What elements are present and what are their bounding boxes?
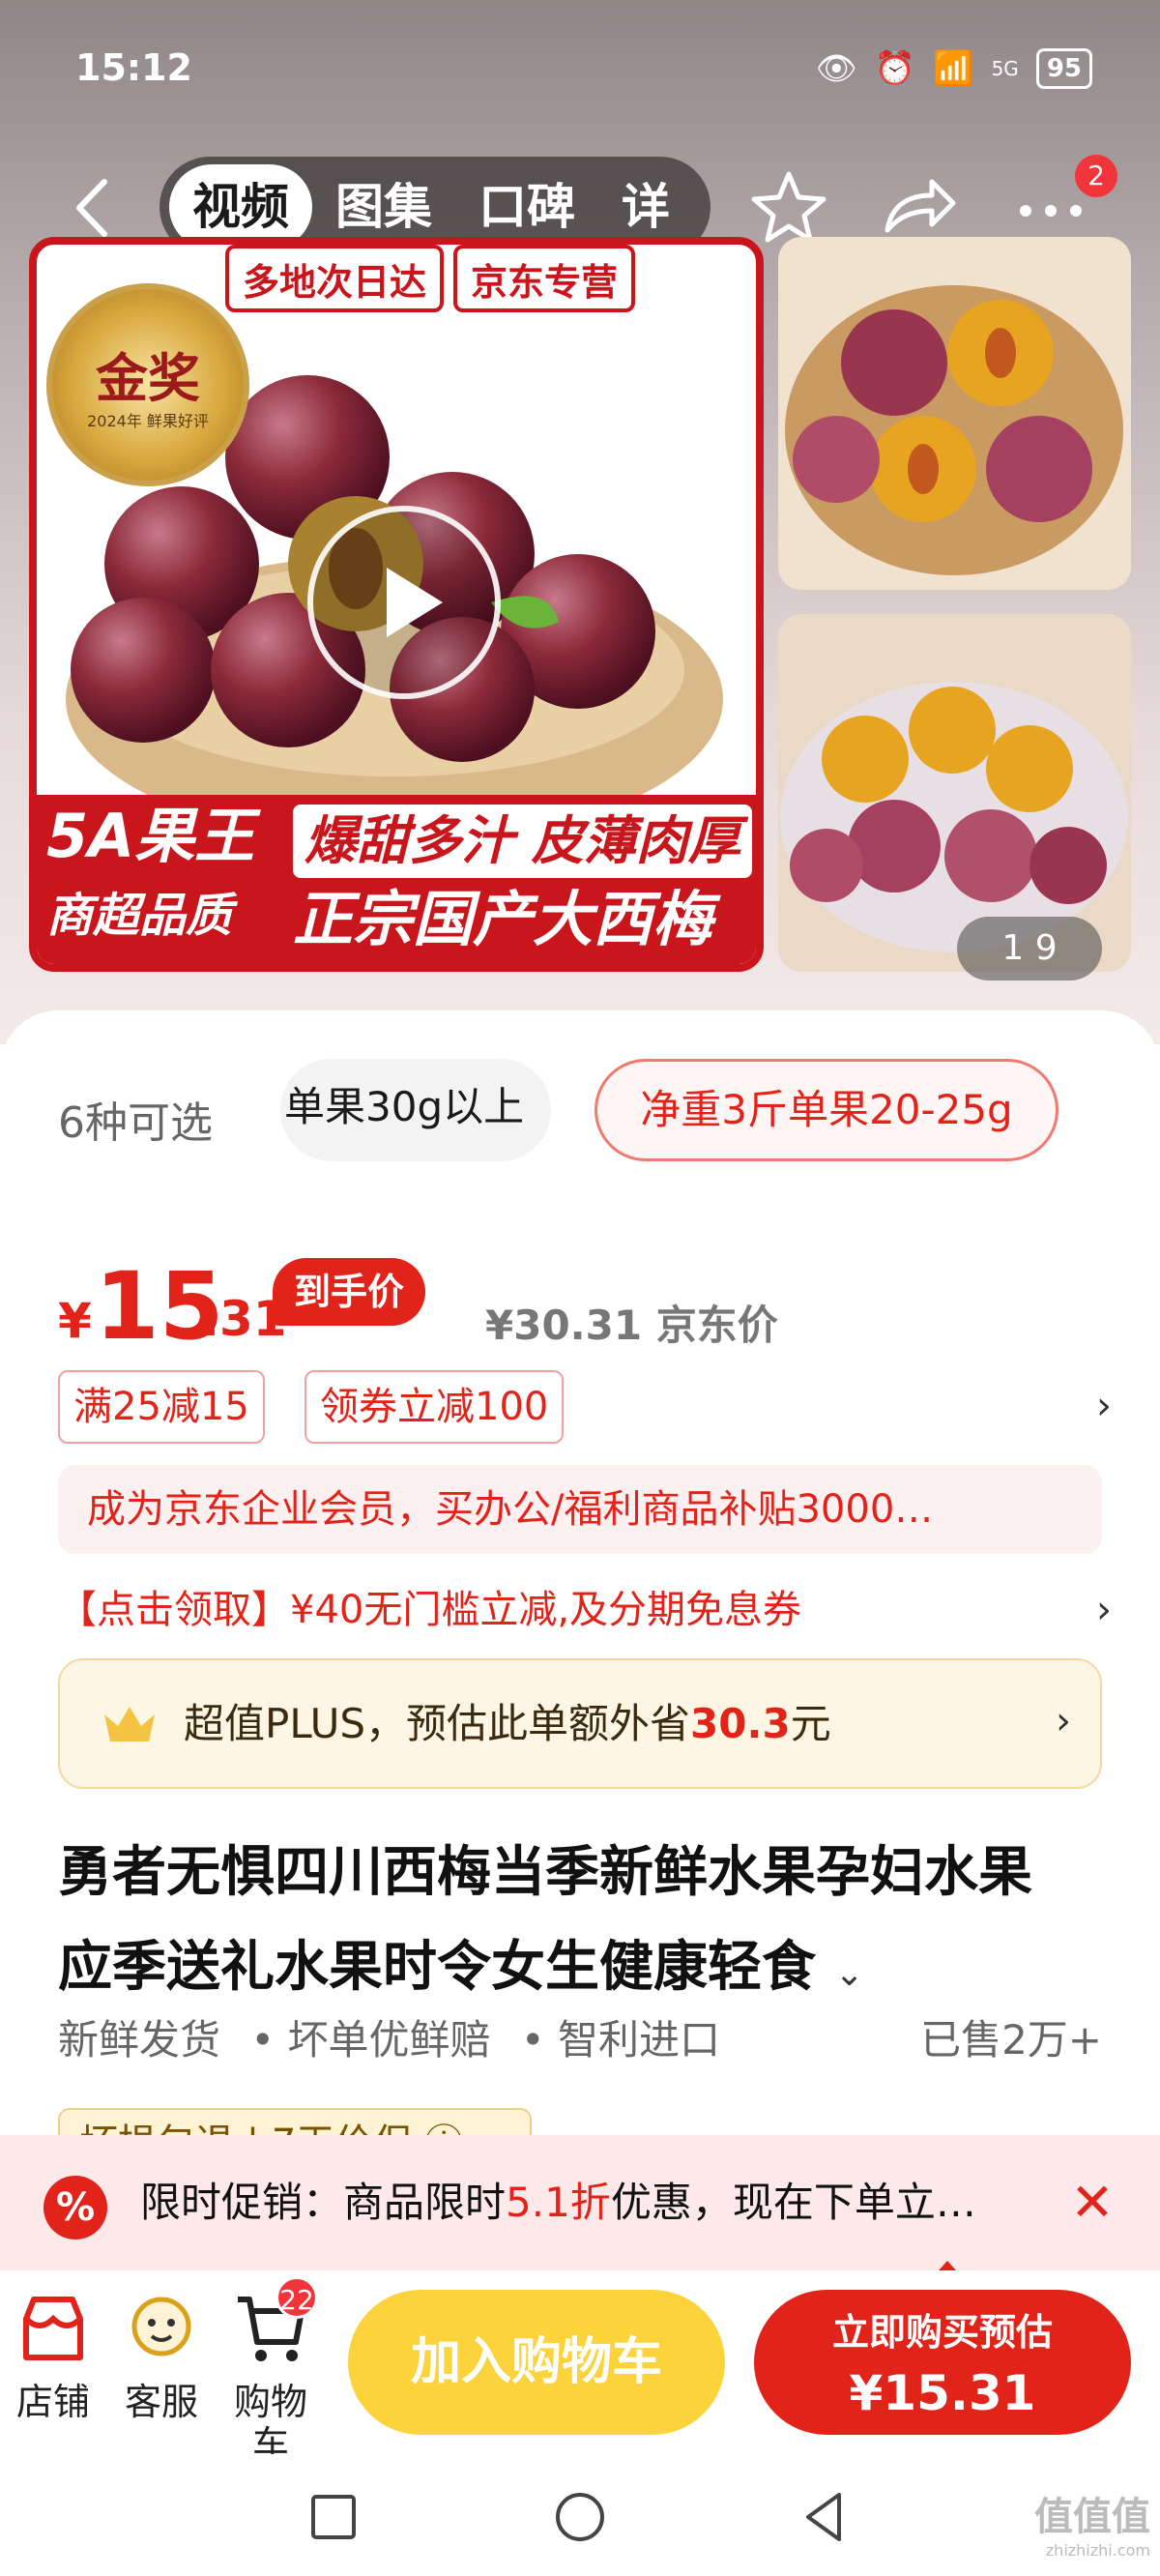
service-row[interactable]: 新鲜发货 • 坏单优鲜赔 • 智利进口 已售2万+ (58, 2006, 1102, 2074)
original-price: ¥30.31 京东价 (485, 1302, 778, 1349)
chevron-right-icon: › (1056, 1699, 1071, 1743)
limited-prefix: 限时促销：商品限时 (140, 2179, 507, 2226)
chevron-right-icon: › (1096, 1384, 1112, 1428)
buy-now-price: ¥15.31 (849, 2365, 1036, 2421)
status-bar: 15:12 👁 ⏰ 📶 5G 95 (0, 0, 1160, 135)
product-title-text: 勇者无惧四川西梅当季新鲜水果孕妇水果应季送礼水果时令女生健康轻食 (58, 1841, 1032, 1999)
plus-text: 超值PLUS，预估此单额外省30.3元 (184, 1660, 831, 1787)
buy-now-label: 立即购买预估 (831, 2311, 1053, 2354)
coupon-row[interactable]: 【点击领取】¥40无门槛立减,及分期免息券 › (58, 1571, 1112, 1649)
wifi-icon: 📶 (933, 49, 974, 88)
enterprise-member-banner[interactable]: 成为京东企业会员，买办公/福利商品补贴3000… (58, 1465, 1102, 1554)
status-time: 15:12 (75, 46, 192, 89)
gallery-thumbnail-1[interactable] (778, 237, 1131, 590)
play-icon (387, 568, 443, 637)
chevron-right-icon: › (1096, 1588, 1112, 1632)
ribbon-right: 爆甜多汁 皮薄肉厚 正宗国产大西梅 (293, 805, 752, 961)
battery-icon: 95 (1035, 48, 1092, 89)
share-icon[interactable] (878, 166, 959, 248)
spec-count[interactable]: 6种可选 (58, 1088, 213, 1150)
sold-count: 已售2万+ (920, 2016, 1102, 2064)
jd-exclusive-label: 京东专营 (453, 245, 636, 312)
price-currency: ¥ (58, 1293, 92, 1349)
service-fresh: 新鲜发货 (58, 2016, 221, 2064)
limited-promo-text: 限时促销：商品限时5.1折优惠，现在下单立… (140, 2135, 976, 2270)
add-to-cart-button[interactable]: 加入购物车 (348, 2290, 725, 2435)
chevron-down-icon[interactable]: ⌄ (835, 1954, 864, 1994)
product-gallery-area: 15:12 👁 ⏰ 📶 5G 95 视频 图集 口碑 详 2 多地次日达 京东专… (0, 0, 1160, 1044)
limited-suffix: 优惠，现在下单立… (610, 2179, 976, 2226)
close-icon[interactable]: ✕ (1063, 2174, 1121, 2232)
back-icon[interactable] (66, 176, 120, 240)
cart-label: 购物车 (233, 2381, 307, 2466)
product-info-card: 6种可选 单果30g以上 净重3斤单果20-25g ¥ 15 .31 到手价 ¥… (0, 1010, 1160, 2176)
eye-icon: 👁 (815, 49, 857, 88)
store-button[interactable]: 店铺 (0, 2290, 106, 2444)
buy-now-button[interactable]: 立即购买预估 ¥15.31 (754, 2290, 1131, 2435)
store-label: 店铺 (15, 2381, 90, 2423)
spec-chip-30g[interactable]: 单果30g以上 (280, 1059, 551, 1161)
service-compensation: • 坏单优鲜赔 (250, 2016, 491, 2064)
main-product-image[interactable]: 多地次日达 京东专营 金奖 2024年 鲜果好评 5A果王 商超品质 爆甜多汁 … (29, 237, 764, 972)
spec-selector: 6种可选 单果30g以上 净重3斤单果20-25g (0, 1059, 1160, 1165)
store-icon (23, 2297, 83, 2360)
next-day-delivery-label: 多地次日达 (225, 245, 445, 312)
ribbon-product-label: 正宗国产大西梅 (293, 884, 713, 954)
home-icon[interactable] (546, 2483, 614, 2551)
network-label: 5G (991, 57, 1019, 80)
plus-amount: 30.3 (690, 1700, 791, 1747)
gold-medal-badge: 金奖 2024年 鲜果好评 (46, 283, 249, 486)
cart-badge: 22 (276, 2276, 318, 2319)
watermark-sub: zhizhizhi.com (1045, 2541, 1150, 2560)
system-nav-bar: 值值值 zhizhizhi.com (0, 2454, 1160, 2576)
plus-savings-banner[interactable]: 超值PLUS，预估此单额外省30.3元 › (58, 1658, 1102, 1789)
spec-chip-3jin-selected[interactable]: 净重3斤单果20-25g (594, 1059, 1058, 1161)
star-icon[interactable] (748, 166, 829, 248)
price-row: ¥ 15 .31 到手价 ¥30.31 京东价 (58, 1252, 1121, 1361)
more-badge: 2 (1075, 155, 1117, 197)
alarm-icon: ⏰ (874, 49, 916, 88)
medal-title: 金奖 (96, 348, 200, 409)
promo-row[interactable]: 满25减15 领券立减100 › (58, 1370, 1112, 1448)
ribbon-sweet-label: 爆甜多汁 皮薄肉厚 (293, 805, 752, 878)
limited-promo-bar[interactable]: % 限时促销：商品限时5.1折优惠，现在下单立… ✕ (0, 2135, 1160, 2270)
medal-subtitle: 2024年 鲜果好评 (87, 412, 209, 430)
product-title: 勇者无惧四川西梅当季新鲜水果孕妇水果应季送礼水果时令女生健康轻食 ⌄ (58, 1826, 1063, 2022)
plus-suffix: 元 (790, 1700, 831, 1747)
site-watermark: 值值值 zhizhizhi.com (1034, 2485, 1150, 2560)
customer-service-label: 客服 (124, 2381, 198, 2423)
play-video-button[interactable] (307, 506, 501, 699)
watermark-main: 值值值 (1034, 2495, 1150, 2539)
recent-apps-icon[interactable] (300, 2483, 367, 2551)
limited-discount: 5.1折 (506, 2179, 611, 2226)
bottom-action-bar: 店铺 客服 购物车 22 加入购物车 立即购买预估 ¥15.31 (0, 2270, 1160, 2466)
status-icons: 👁 ⏰ 📶 5G 95 (816, 48, 1092, 89)
back-nav-icon[interactable] (793, 2483, 860, 2551)
customer-service-button[interactable]: 客服 (108, 2290, 215, 2444)
promo-coupon: 领券立减100 (304, 1370, 565, 1444)
crown-icon (104, 1707, 155, 1742)
plus-prefix: 超值PLUS，预估此单额外省 (184, 1700, 691, 1747)
discount-symbol: % (55, 2184, 96, 2230)
final-price-tag: 到手价 (273, 1258, 426, 1326)
ribbon-5a-label: 5A果王 (46, 801, 255, 871)
gallery-page-counter: 1 9 (957, 917, 1102, 981)
service-import: • 智利进口 (520, 2016, 720, 2064)
discount-icon: % (30, 2162, 121, 2253)
image-banner: 多地次日达 京东专营 (225, 245, 636, 312)
ribbon-left: 5A果王 商超品质 (46, 795, 288, 964)
plum-halves-image (785, 285, 1123, 575)
customer-service-icon (131, 2297, 191, 2356)
image-ribbon: 5A果王 商超品质 爆甜多汁 皮薄肉厚 正宗国产大西梅 (37, 795, 756, 964)
coupon-text: 【点击领取】¥40无门槛立减,及分期免息券 (58, 1588, 802, 1632)
ribbon-quality-label: 商超品质 (46, 889, 233, 943)
promo-full-reduction: 满25减15 (58, 1370, 265, 1444)
